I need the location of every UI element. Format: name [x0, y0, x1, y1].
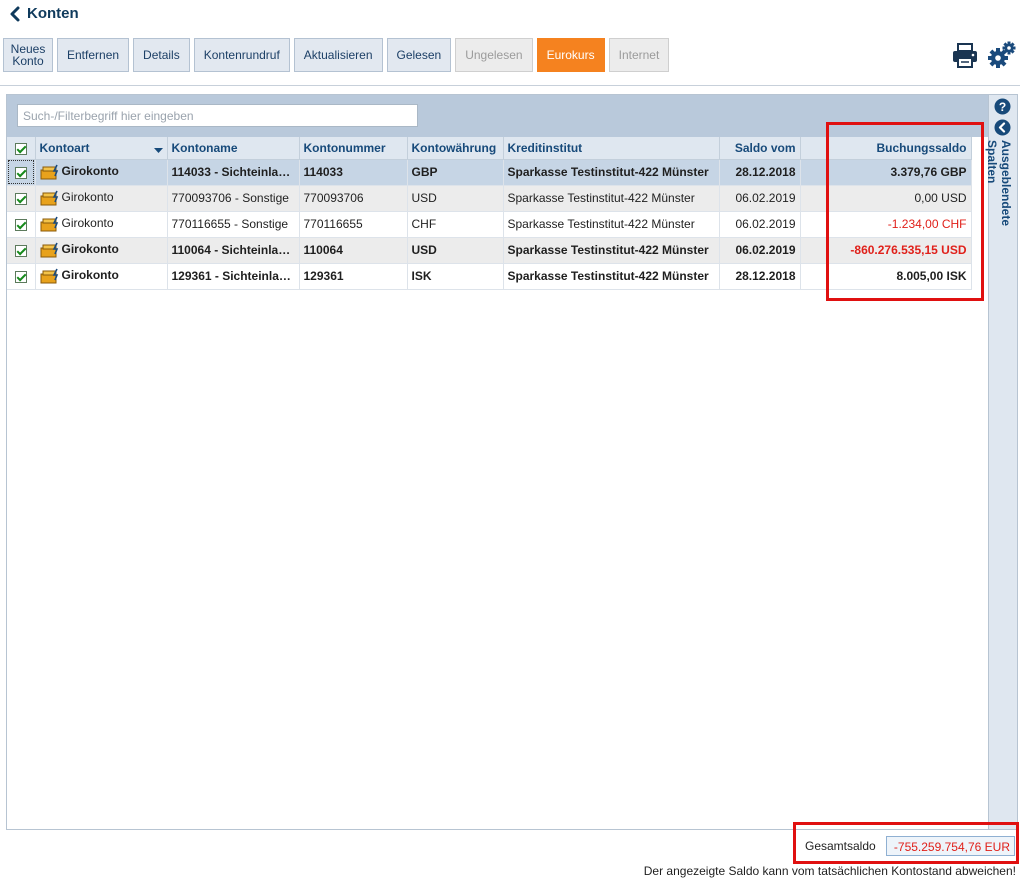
cell-kontonummer: 770093706	[299, 185, 408, 212]
cell-kontoart: Girokonto	[35, 237, 168, 264]
cell-waehrung: CHF	[407, 211, 504, 238]
column-header-kontoname[interactable]: Kontoname	[167, 137, 300, 160]
checkbox-checked-icon	[14, 166, 27, 179]
row-checkbox[interactable]	[7, 185, 36, 212]
cell-kontonummer: 110064	[299, 237, 408, 264]
cell-kontonummer: 129361	[299, 263, 408, 290]
column-header-buchungssaldo[interactable]: Buchungssaldo	[800, 137, 972, 160]
accounts-table: Kontoart Kontoname Kontonummer Kontowähr…	[7, 137, 972, 290]
hidden-columns-toggle[interactable]: Ausgeblendete Spalten	[985, 140, 1013, 272]
account-poll-button[interactable]: Kontenrundruf	[193, 38, 290, 72]
table-row[interactable]: Girokonto 770116655 - Sonstige 770116655…	[7, 211, 972, 238]
cell-kontoname: 110064 - Sichteinlagen	[167, 237, 300, 264]
cell-buchungssaldo: -1.234,00 CHF	[800, 211, 972, 238]
column-header-kontonummer[interactable]: Kontonummer	[299, 137, 408, 160]
row-checkbox[interactable]	[7, 237, 36, 264]
row-checkbox[interactable]	[7, 211, 36, 238]
cell-kontonummer: 770116655	[299, 211, 408, 238]
cell-saldo-vom: 06.02.2019	[719, 185, 801, 212]
cell-waehrung: GBP	[407, 159, 504, 186]
header-divider	[0, 85, 1020, 86]
total-balance-value: -755.259.754,76 EUR	[886, 836, 1015, 856]
page-title: Konten	[27, 5, 79, 22]
cell-institut: Sparkasse Testinstitut-422 Münster	[503, 185, 720, 212]
cell-institut: Sparkasse Testinstitut-422 Münster	[503, 211, 720, 238]
account-icon	[40, 190, 58, 206]
mark-unread-button[interactable]: Ungelesen	[455, 38, 533, 72]
mark-read-button[interactable]: Gelesen	[386, 38, 452, 72]
cell-kontoart: Girokonto	[35, 263, 168, 290]
account-icon	[40, 216, 58, 232]
svg-text:?: ?	[999, 100, 1006, 114]
cell-waehrung: ISK	[407, 263, 504, 290]
account-icon	[40, 242, 58, 258]
page-header: Konten	[0, 0, 1020, 30]
cell-saldo-vom: 06.02.2019	[719, 211, 801, 238]
cell-waehrung: USD	[407, 237, 504, 264]
help-icon[interactable]: ?	[994, 98, 1011, 115]
cell-kontoart: Girokonto	[35, 211, 168, 238]
cell-saldo-vom: 06.02.2019	[719, 237, 801, 264]
account-icon	[40, 164, 58, 180]
cell-kontonummer: 114033	[299, 159, 408, 186]
cell-buchungssaldo: -860.276.535,15 USD	[800, 237, 972, 264]
checkbox-checked-icon	[14, 270, 27, 283]
sort-down-icon	[153, 147, 163, 153]
table-row[interactable]: Girokonto 110064 - Sichteinlagen 110064 …	[7, 237, 972, 264]
gear-icon[interactable]	[987, 40, 1017, 70]
app-window: Konten Neues Konto Entfernen Details Kon…	[0, 0, 1020, 882]
column-header-saldo-vom[interactable]: Saldo vom	[719, 137, 801, 160]
cell-kontoname: 770093706 - Sonstige	[167, 185, 300, 212]
column-header-kontowaehrung[interactable]: Kontowährung	[407, 137, 504, 160]
remove-button[interactable]: Entfernen	[57, 38, 130, 72]
new-account-button[interactable]: Neues Konto	[3, 38, 53, 72]
account-icon	[40, 268, 58, 284]
cell-kontoart: Girokonto	[35, 159, 168, 186]
cell-institut: Sparkasse Testinstitut-422 Münster	[503, 159, 720, 186]
cell-buchungssaldo: 0,00 USD	[800, 185, 972, 212]
details-button[interactable]: Details	[133, 38, 190, 72]
cell-kontoname: 114033 - Sichteinlagen	[167, 159, 300, 186]
table-row[interactable]: Girokonto 114033 - Sichteinlagen 114033 …	[7, 159, 972, 186]
cell-buchungssaldo: 3.379,76 GBP	[800, 159, 972, 186]
cell-kontoname: 129361 - Sichteinlagen	[167, 263, 300, 290]
print-icon[interactable]	[951, 41, 979, 69]
column-header-kreditinstitut[interactable]: Kreditinstitut	[503, 137, 720, 160]
cell-kontoname: 770116655 - Sonstige	[167, 211, 300, 238]
checkbox-checked-icon	[14, 244, 27, 257]
table-header-row: Kontoart Kontoname Kontonummer Kontowähr…	[7, 137, 972, 160]
internet-button[interactable]: Internet	[608, 38, 670, 72]
collapse-chevron-icon[interactable]	[994, 119, 1011, 136]
cell-kontoart: Girokonto	[35, 185, 168, 212]
cell-waehrung: USD	[407, 185, 504, 212]
total-balance-label: Gesamtsaldo	[805, 839, 876, 853]
row-checkbox[interactable]	[7, 263, 36, 290]
euro-rate-button[interactable]: Eurokurs	[536, 38, 605, 72]
table-row[interactable]: Girokonto 770093706 - Sonstige 770093706…	[7, 185, 972, 212]
back-chevron-icon[interactable]	[7, 5, 23, 23]
checkbox-checked-icon	[14, 142, 27, 155]
balance-disclaimer: Der angezeigte Saldo kann vom tatsächlic…	[643, 864, 1016, 878]
table-row[interactable]: Girokonto 129361 - Sichteinlagen 129361 …	[7, 263, 972, 290]
select-all-checkbox[interactable]	[7, 137, 36, 160]
row-checkbox[interactable]	[7, 159, 36, 186]
toolbar: Neues Konto Entfernen Details Kontenrund…	[3, 38, 670, 72]
cell-institut: Sparkasse Testinstitut-422 Münster	[503, 263, 720, 290]
checkbox-checked-icon	[14, 218, 27, 231]
cell-saldo-vom: 28.12.2018	[719, 159, 801, 186]
filter-bar	[7, 95, 988, 137]
cell-buchungssaldo: 8.005,00 ISK	[800, 263, 972, 290]
checkbox-checked-icon	[14, 192, 27, 205]
cell-saldo-vom: 28.12.2018	[719, 263, 801, 290]
search-input[interactable]	[17, 104, 418, 127]
refresh-button[interactable]: Aktualisieren	[293, 38, 383, 72]
accounts-panel: Kontoart Kontoname Kontonummer Kontowähr…	[6, 94, 989, 830]
column-header-kontoart[interactable]: Kontoart	[35, 137, 168, 160]
cell-institut: Sparkasse Testinstitut-422 Münster	[503, 237, 720, 264]
